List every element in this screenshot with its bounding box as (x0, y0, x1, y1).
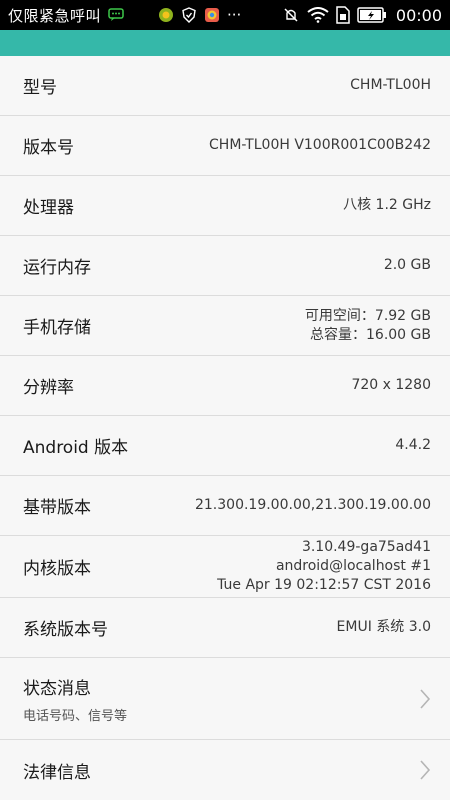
row-label: 处理器 (23, 198, 74, 218)
storage-row: 手机存储 可用空间：7.92 GB 总容量：16.00 GB (0, 296, 450, 356)
wifi-icon (307, 7, 329, 23)
status-bar: 仅限紧急呼叫 ··· 00:00 (0, 0, 450, 30)
row-label: 法律信息 (23, 762, 91, 783)
more-icon: ··· (227, 6, 242, 24)
clock: 00:00 (395, 5, 442, 25)
chat-icon (108, 8, 124, 22)
row-label: 手机存储 (23, 318, 91, 338)
row-label: 版本号 (23, 138, 74, 158)
row-value: 3.10.49-ga75ad41 android@localhost #1 Tu… (217, 538, 431, 595)
kernel-host-line: android@localhost #1 (275, 558, 431, 574)
status-info-row[interactable]: 状态消息 电话号码、信号等 (0, 658, 450, 740)
row-value: 4.4.2 (395, 437, 431, 453)
mute-icon (282, 6, 300, 24)
row-value: 可用空间：7.92 GB 总容量：16.00 GB (305, 307, 431, 345)
row-label: Android 版本 (23, 438, 129, 458)
legal-info-row[interactable]: 法律信息 (0, 740, 450, 800)
row-label: 基带版本 (23, 498, 91, 518)
kernel-date-line: Tue Apr 19 02:12:57 CST 2016 (217, 577, 431, 593)
baseband-version-row: 基带版本 21.300.19.00.00,21.300.19.00.00 (0, 476, 450, 536)
row-label: 分辨率 (23, 378, 74, 398)
about-phone-list: 型号 CHM-TL00H 版本号 CHM-TL00H V100R001C00B2… (0, 56, 450, 800)
carrier-text: 仅限紧急呼叫 (8, 6, 102, 25)
row-label: 系统版本号 (23, 620, 108, 640)
row-sublabel: 电话号码、信号等 (23, 708, 128, 724)
row-value: CHM-TL00H V100R001C00B242 (209, 137, 431, 153)
resolution-row: 分辨率 720 x 1280 (0, 356, 450, 416)
row-value: 八核 1.2 GHz (343, 197, 431, 213)
row-label: 状态消息 (23, 678, 91, 699)
row-value: EMUI 系统 3.0 (336, 619, 431, 635)
row-label: 型号 (23, 78, 57, 98)
row-label: 运行内存 (23, 258, 91, 278)
row-value: CHM-TL00H (350, 77, 431, 93)
kernel-version-line: 3.10.49-ga75ad41 (301, 539, 431, 555)
chevron-right-icon (419, 759, 431, 781)
row-value: 720 x 1280 (351, 377, 431, 393)
row-value: 21.300.19.00.00,21.300.19.00.00 (194, 497, 431, 513)
kernel-version-row: 内核版本 3.10.49-ga75ad41 android@localhost … (0, 536, 450, 598)
available-storage-value: 可用空间：7.92 GB (304, 307, 431, 324)
sim-icon (336, 6, 350, 24)
processor-row: 处理器 八核 1.2 GHz (0, 176, 450, 236)
browser-icon (204, 7, 220, 23)
build-number-row[interactable]: 版本号 CHM-TL00H V100R001C00B242 (0, 116, 450, 176)
app-icon (158, 7, 174, 23)
ram-row: 运行内存 2.0 GB (0, 236, 450, 296)
model-row: 型号 CHM-TL00H (0, 56, 450, 116)
row-value: 2.0 GB (383, 257, 431, 273)
action-bar (0, 30, 450, 56)
shield-icon (181, 7, 197, 23)
system-version-row: 系统版本号 EMUI 系统 3.0 (0, 598, 450, 658)
chevron-right-icon (419, 688, 431, 710)
row-label: 内核版本 (23, 559, 91, 579)
total-storage-value: 总容量：16.00 GB (310, 326, 431, 343)
battery-icon (357, 7, 387, 23)
android-version-row[interactable]: Android 版本 4.4.2 (0, 416, 450, 476)
